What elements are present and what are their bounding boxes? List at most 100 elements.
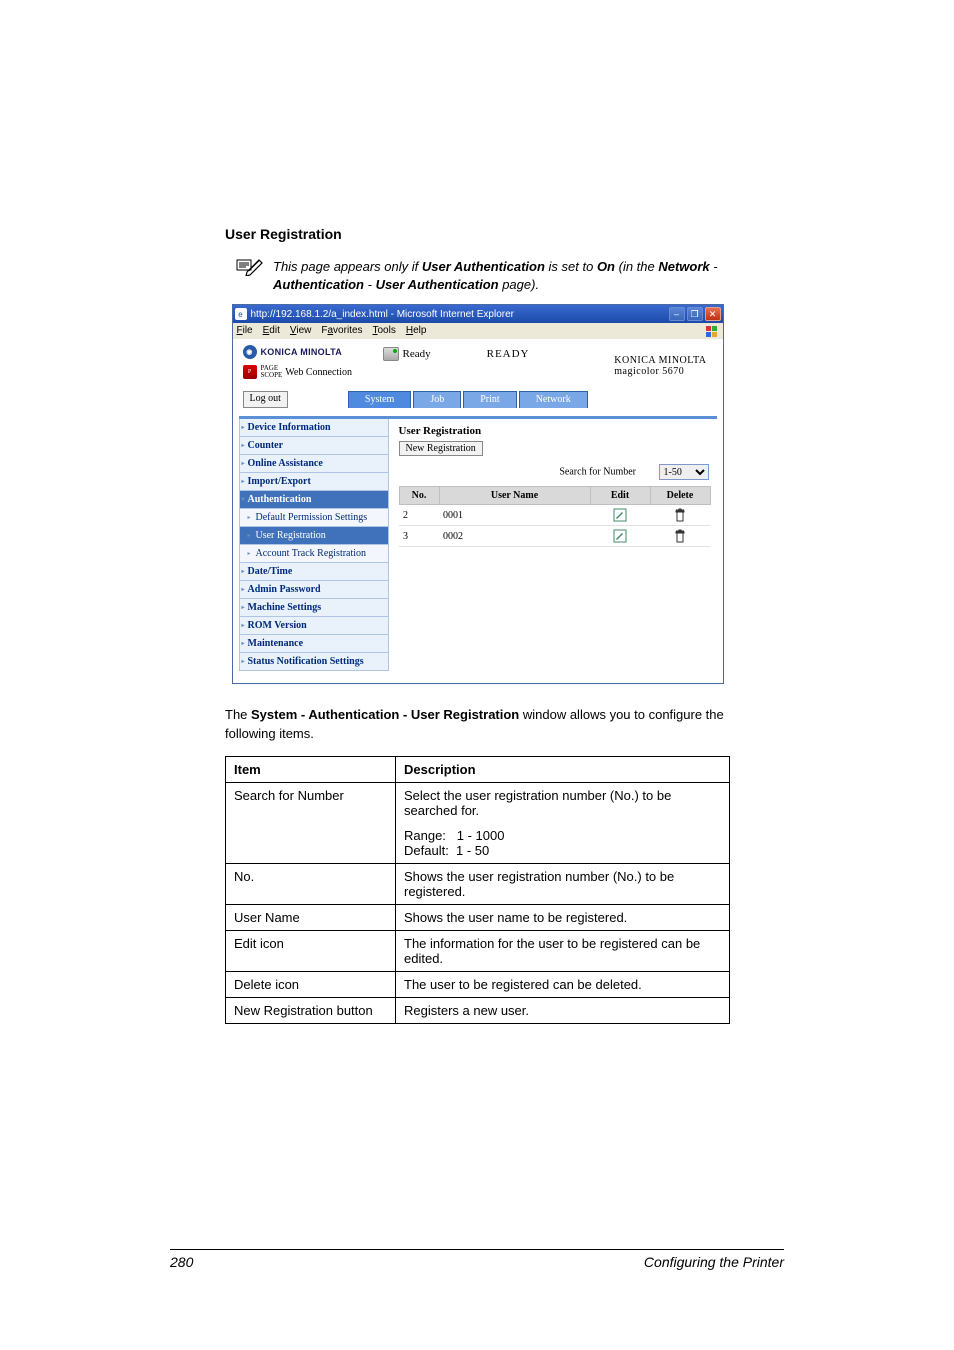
- item-edit: Edit icon: [226, 931, 396, 972]
- note-bold-1: User Authentication: [422, 259, 545, 274]
- note-sep-1: -: [710, 259, 718, 274]
- desc-no: Shows the user registration number (No.)…: [396, 864, 730, 905]
- description-table: Item Description Search for Number Selec…: [225, 756, 730, 1024]
- cell-no: 2: [399, 505, 439, 526]
- note-sep-2: -: [364, 277, 376, 292]
- sidebar-maintenance[interactable]: Maintenance: [239, 635, 389, 653]
- note-bold-4: Authentication: [273, 277, 364, 292]
- tab-job[interactable]: Job: [413, 391, 461, 408]
- ready-big: READY: [487, 348, 530, 360]
- sidebar-default-permission[interactable]: Default Permission Settings: [239, 509, 389, 527]
- new-registration-button[interactable]: New Registration: [399, 441, 483, 456]
- th-item: Item: [226, 757, 396, 783]
- model-name: magicolor 5670: [614, 366, 706, 377]
- desc-search-1: Select the user registration number (No.…: [404, 788, 721, 818]
- item-newreg: New Registration button: [226, 998, 396, 1024]
- cell-name: 0001: [439, 505, 590, 526]
- desc-newreg: Registers a new user.: [396, 998, 730, 1024]
- user-table: No. User Name Edit Delete 2 0001: [399, 486, 711, 547]
- close-button[interactable]: ✕: [705, 307, 721, 321]
- menubar: File Edit View Favorites Tools Help: [233, 323, 723, 339]
- menu-edit[interactable]: Edit: [263, 325, 280, 337]
- note-txt-3: (in the: [615, 259, 658, 274]
- menu-file[interactable]: File: [237, 325, 253, 337]
- tab-print[interactable]: Print: [463, 391, 516, 408]
- table-row: 3 0002: [399, 526, 710, 547]
- page-header: ◉ KONICA MINOLTA P PAGE SCOPE Web Connec…: [233, 339, 723, 387]
- search-row: Search for Number 1-50: [399, 464, 711, 480]
- note-bold-5: User Authentication: [376, 277, 499, 292]
- desc-search-range: Range: 1 - 1000: [404, 828, 721, 843]
- webconn-text: Web Connection: [285, 367, 352, 378]
- sidebar-device-info[interactable]: Device Information: [239, 419, 389, 437]
- search-number-select[interactable]: 1-50: [659, 464, 709, 480]
- km-globe-icon: ◉: [243, 345, 257, 359]
- item-search: Search for Number: [226, 783, 396, 864]
- sidebar-authentication[interactable]: Authentication: [239, 491, 389, 509]
- note-txt-4: page).: [499, 277, 539, 292]
- col-delete: Delete: [650, 487, 710, 505]
- note-bold-2: On: [597, 259, 615, 274]
- sidebar-user-registration[interactable]: User Registration: [239, 527, 389, 545]
- ie-icon: e: [235, 308, 247, 320]
- pagescope-label: PAGE SCOPE: [261, 365, 283, 379]
- desc-delete: The user to be registered can be deleted…: [396, 972, 730, 998]
- item-delete: Delete icon: [226, 972, 396, 998]
- titlebar: e http://192.168.1.2/a_index.html - Micr…: [233, 305, 723, 323]
- cell-no: 3: [399, 526, 439, 547]
- browser-window: e http://192.168.1.2/a_index.html - Micr…: [232, 304, 724, 684]
- note-row: This page appears only if User Authentic…: [225, 256, 730, 294]
- status-area: Ready READY: [383, 347, 530, 361]
- item-username: User Name: [226, 905, 396, 931]
- sidebar-rom-version[interactable]: ROM Version: [239, 617, 389, 635]
- model-brand: KONICA MINOLTA: [614, 355, 706, 366]
- note-text: This page appears only if User Authentic…: [273, 256, 730, 294]
- body-pre: The: [225, 707, 251, 722]
- trash-icon[interactable]: [650, 505, 710, 526]
- table-row: 2 0001: [399, 505, 710, 526]
- maximize-button[interactable]: ❐: [687, 307, 703, 321]
- sidebar-admin-password[interactable]: Admin Password: [239, 581, 389, 599]
- minimize-button[interactable]: –: [669, 307, 685, 321]
- edit-icon[interactable]: [590, 505, 650, 526]
- sidebar: Device Information Counter Online Assist…: [239, 416, 389, 673]
- sidebar-status-notification[interactable]: Status Notification Settings: [239, 653, 389, 671]
- sidebar-import-export[interactable]: Import/Export: [239, 473, 389, 491]
- search-label: Search for Number: [559, 467, 636, 478]
- edit-icon[interactable]: [590, 526, 650, 547]
- desc-search-default: Default: 1 - 50: [404, 843, 721, 858]
- menu-help[interactable]: Help: [406, 325, 427, 337]
- item-no: No.: [226, 864, 396, 905]
- note-txt-2: is set to: [545, 259, 597, 274]
- cell-name: 0002: [439, 526, 590, 547]
- sidebar-counter[interactable]: Counter: [239, 437, 389, 455]
- col-username: User Name: [439, 487, 590, 505]
- menu-favorites[interactable]: Favorites: [321, 325, 362, 337]
- desc-search: Select the user registration number (No.…: [396, 783, 730, 864]
- panel-title: User Registration: [399, 425, 711, 437]
- sidebar-date-time[interactable]: Date/Time: [239, 563, 389, 581]
- tabs-row: Log out System Job Print Network: [233, 387, 723, 416]
- sidebar-machine-settings[interactable]: Machine Settings: [239, 599, 389, 617]
- footer-section: Configuring the Printer: [644, 1254, 784, 1270]
- note-bold-3: Network: [658, 259, 709, 274]
- sidebar-account-track[interactable]: Account Track Registration: [239, 545, 389, 563]
- tab-network[interactable]: Network: [519, 391, 588, 408]
- titlebar-text: http://192.168.1.2/a_index.html - Micros…: [251, 309, 514, 320]
- menu-tools[interactable]: Tools: [373, 325, 396, 337]
- model-label: KONICA MINOLTA magicolor 5670: [614, 345, 712, 377]
- th-desc: Description: [396, 757, 730, 783]
- page-footer: 280 Configuring the Printer: [170, 1249, 784, 1270]
- desc-username: Shows the user name to be registered.: [396, 905, 730, 931]
- trash-icon[interactable]: [650, 526, 710, 547]
- km-brand: KONICA MINOLTA: [261, 347, 343, 357]
- body-text: The System - Authentication - User Regis…: [225, 706, 730, 744]
- printer-icon: [383, 347, 399, 361]
- windows-flag-icon: [705, 325, 719, 339]
- tab-system[interactable]: System: [348, 391, 411, 408]
- note-txt-1: This page appears only if: [273, 259, 422, 274]
- section-heading: User Registration: [225, 226, 730, 242]
- logout-button[interactable]: Log out: [243, 391, 288, 408]
- menu-view[interactable]: View: [290, 325, 312, 337]
- sidebar-online-assistance[interactable]: Online Assistance: [239, 455, 389, 473]
